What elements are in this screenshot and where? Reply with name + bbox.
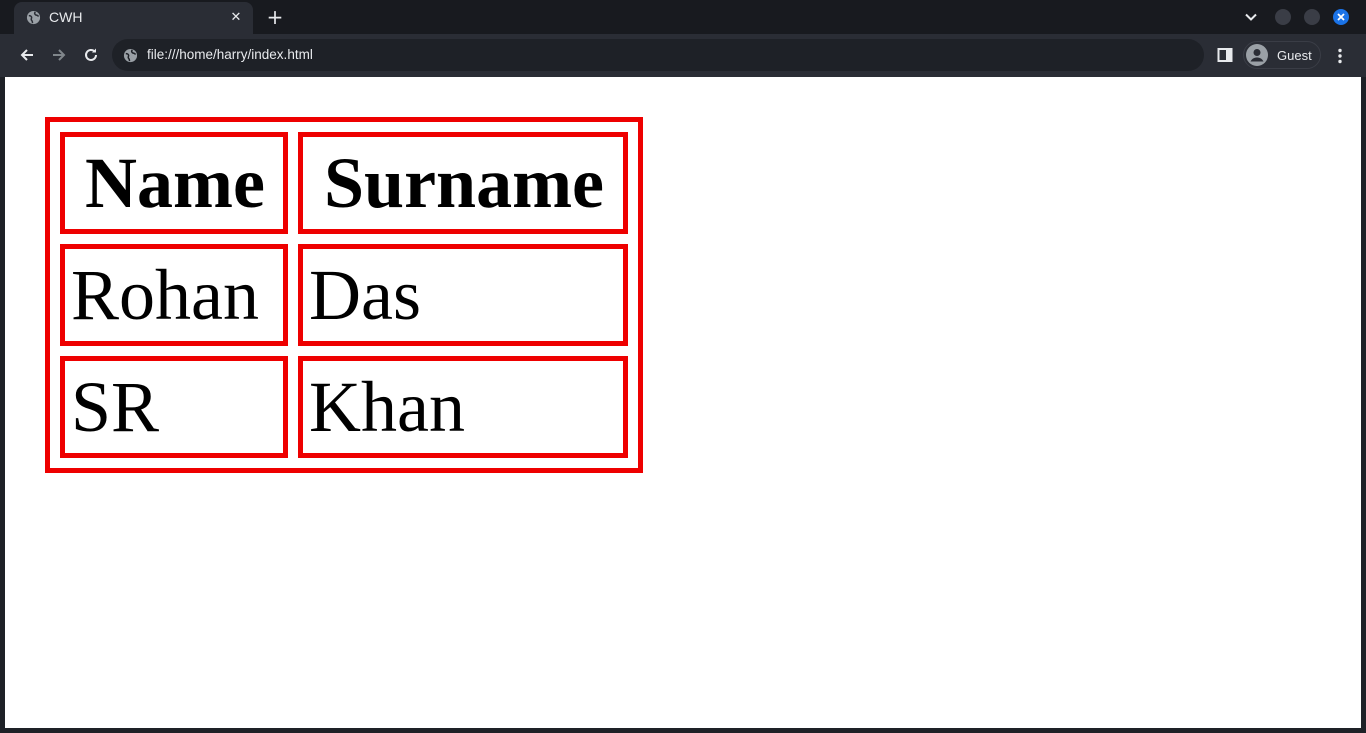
table-cell: Das (298, 244, 628, 346)
globe-icon[interactable] (123, 48, 138, 63)
back-arrow-icon[interactable] (18, 46, 36, 64)
minimize-button[interactable] (1275, 9, 1291, 25)
new-tab-button[interactable]: + (265, 7, 285, 27)
tab-strip: CWH ✕ + (0, 0, 1366, 34)
close-window-button[interactable] (1333, 9, 1349, 25)
url-text: file:///home/harry/index.html (147, 47, 313, 62)
reload-icon[interactable] (82, 46, 100, 64)
tab-close-icon[interactable]: ✕ (227, 9, 245, 27)
table-row: SR Khan (60, 356, 628, 458)
table-row: Rohan Das (60, 244, 628, 346)
toolbar: file:///home/harry/index.html Guest (0, 34, 1366, 77)
table-cell: Rohan (60, 244, 288, 346)
address-bar[interactable]: file:///home/harry/index.html (112, 39, 1204, 71)
side-panel-icon[interactable] (1217, 47, 1233, 63)
browser-window: CWH ✕ + file:///home/harry/index.html Gu… (0, 0, 1366, 733)
forward-arrow-icon[interactable] (50, 46, 68, 64)
tab-cwh[interactable]: CWH ✕ (14, 2, 253, 34)
header-surname: Surname (298, 132, 628, 234)
data-table: Name Surname Rohan Das SR Khan (45, 117, 643, 473)
tab-title: CWH (49, 9, 83, 25)
profile-button[interactable]: Guest (1243, 41, 1321, 69)
kebab-menu-icon[interactable] (1331, 47, 1349, 65)
page-viewport: Name Surname Rohan Das SR Khan (5, 77, 1361, 728)
close-icon (1337, 13, 1345, 21)
avatar-icon (1246, 44, 1268, 66)
table-cell: SR (60, 356, 288, 458)
chevron-down-icon[interactable] (1243, 9, 1259, 25)
globe-icon (26, 10, 41, 25)
maximize-button[interactable] (1304, 9, 1320, 25)
table-cell: Khan (298, 356, 628, 458)
header-name: Name (60, 132, 288, 234)
profile-label: Guest (1277, 48, 1312, 63)
table-header-row: Name Surname (60, 132, 628, 234)
